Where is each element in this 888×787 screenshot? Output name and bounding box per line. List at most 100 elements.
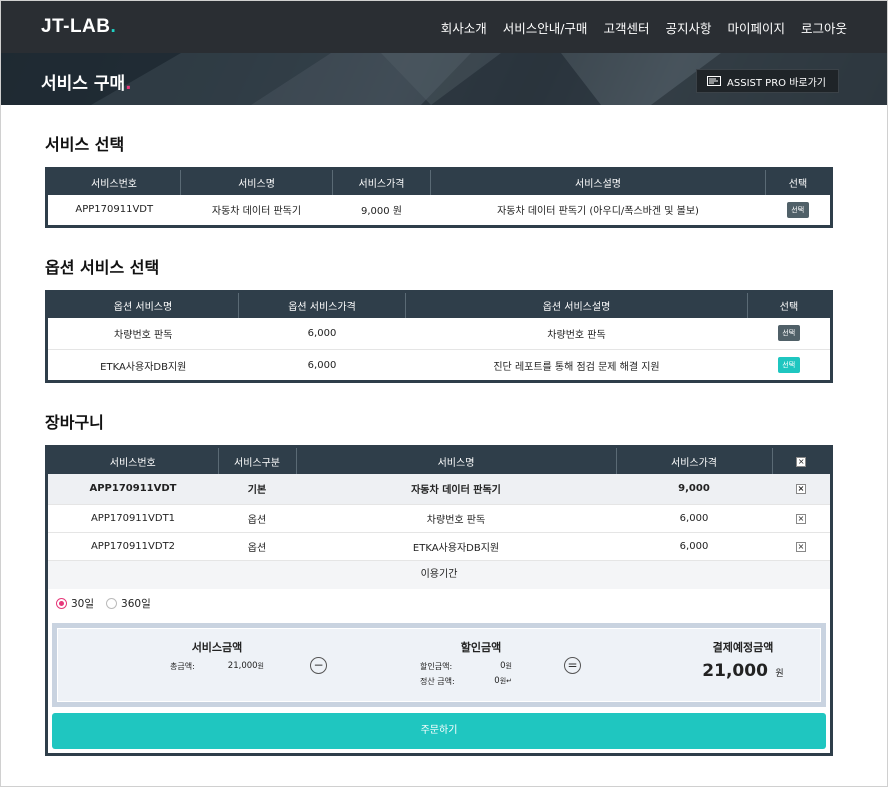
- final-amount-line: 21,000 원: [688, 661, 798, 681]
- discount-unit: 원: [505, 661, 512, 670]
- cart-remove-cell: ×: [772, 532, 830, 561]
- settle-unit: 원↵: [499, 676, 512, 685]
- menu-customer-center[interactable]: 고객센터: [603, 18, 649, 37]
- cart-type: 옵션: [218, 532, 296, 561]
- menu-mypage[interactable]: 마이페이지: [727, 18, 785, 37]
- settle-label: 정산 금액:: [420, 676, 455, 686]
- table-row: APP170911VDT1 옵션 차량번호 판독 6,000 ×: [48, 504, 830, 533]
- total-amount-label: 총금액:: [170, 661, 195, 671]
- top-navigation: JT-LAB. 회사소개 서비스안내/구매 고객센터 공지사항 마이페이지 로그…: [1, 1, 887, 53]
- cart-section-heading: 장바구니: [45, 413, 104, 432]
- cart-remove-cell: ×: [772, 474, 830, 505]
- cart-col-price: 서비스가격: [616, 448, 773, 474]
- service-section-heading: 서비스 선택: [45, 135, 125, 154]
- cart-remove-cell: ×: [772, 504, 830, 533]
- period-radio-360[interactable]: 360일: [106, 596, 151, 611]
- discount-amount-title: 할인금액: [460, 640, 502, 654]
- order-button[interactable]: 주문하기: [52, 712, 826, 749]
- service-no: APP170911VDT: [75, 204, 154, 216]
- cart-no: APP170911VDT2: [48, 532, 218, 561]
- cart-name: 차량번호 판독: [296, 504, 616, 533]
- option-col-name: 옵션 서비스명: [46, 291, 239, 318]
- cart-name: 자동차 데이터 판독기: [296, 474, 616, 505]
- option-col-price: 옵션 서비스가격: [238, 291, 406, 318]
- period-options: 30일 360일: [48, 589, 830, 619]
- service-desc: 자동차 데이터 판독기 (아우디/폭스바겐 및 볼보): [497, 206, 699, 218]
- service-col-no: 서비스번호: [46, 168, 181, 195]
- cart-panel: 서비스번호 서비스구분 서비스명 서비스가격 × APP170911VDT 기본…: [45, 445, 833, 756]
- cart-name: ETKA사용자DB지원: [296, 532, 616, 561]
- option-section-heading: 옵션 서비스 선택: [45, 258, 160, 277]
- option-col-select: 선택: [747, 291, 832, 318]
- option-col-desc: 옵션 서비스설명: [405, 291, 748, 318]
- menu-company[interactable]: 회사소개: [441, 18, 487, 37]
- final-amount-title: 결제예정금액: [712, 640, 774, 654]
- remove-item-icon[interactable]: ×: [796, 541, 806, 552]
- total-amount-unit: 원: [257, 661, 264, 670]
- monitor-icon: [707, 76, 722, 86]
- page-title-dot: .: [125, 74, 132, 94]
- final-amount-block: 결제예정금액 21,000 원: [688, 639, 798, 681]
- page-title: 서비스 구매.: [41, 69, 132, 94]
- period-radio-360-label: 360일: [121, 598, 151, 610]
- assist-pro-button-label: ASSIST PRO 바로가기: [727, 77, 826, 89]
- service-name: 자동차 데이터 판독기: [211, 206, 302, 218]
- option-name: 차량번호 판독: [46, 317, 239, 350]
- period-radio-30-label: 30일: [71, 598, 95, 610]
- total-amount-line: 총금액: 21,000원: [170, 661, 264, 672]
- cart-no: APP170911VDT1: [48, 504, 218, 533]
- table-row: APP170911VDT2 옵션 ETKA사용자DB지원 6,000 ×: [48, 532, 830, 561]
- period-radio-30[interactable]: 30일: [56, 596, 94, 611]
- service-col-select: 선택: [765, 168, 832, 195]
- remove-all-icon[interactable]: ×: [796, 456, 807, 467]
- cart-col-type: 서비스구분: [218, 448, 297, 474]
- equals-circle-icon: =: [564, 656, 581, 674]
- cart-col-name: 서비스명: [296, 448, 617, 474]
- cart-col-no: 서비스번호: [48, 448, 219, 474]
- remove-item-icon[interactable]: ×: [796, 484, 806, 495]
- table-row: APP170911VDT 자동차 데이터 판독기 9,000 원 자동차 데이터…: [47, 195, 832, 227]
- table-row: ETKA사용자DB지원 6,000 진단 레포트를 통해 점검 문제 해결 지원…: [47, 350, 832, 382]
- cart-price: 6,000: [616, 504, 772, 533]
- discount-amount-block: 할인금액 할인금액: 0원 정산 금액: 0원↵: [420, 639, 512, 687]
- cart-col-remove-all: ×: [772, 448, 830, 474]
- radio-unselected-icon: [106, 598, 118, 609]
- option-table: 옵션 서비스명 옵션 서비스가격 옵션 서비스설명 선택 차량번호 판독 6,0…: [45, 290, 833, 383]
- radio-selected-icon: [56, 598, 67, 609]
- page-banner: 서비스 구매. ASSIST PRO 바로가기: [1, 53, 887, 105]
- service-amount-title: 서비스금액: [191, 640, 243, 654]
- payment-summary: 서비스금액 총금액: 21,000원 − 할인금액 할인금액: 0원 정산 금액…: [57, 627, 821, 702]
- menu-notice[interactable]: 공지사항: [665, 18, 711, 37]
- service-table: 서비스번호 서비스명 서비스가격 서비스설명 선택 APP170911VDT 자…: [45, 167, 833, 228]
- page-title-text: 서비스 구매: [41, 74, 126, 94]
- total-amount-value: 21,000: [227, 660, 258, 671]
- service-amount-block: 서비스금액 총금액: 21,000원: [170, 639, 264, 672]
- main-content: 서비스 선택 서비스번호 서비스명 서비스가격 서비스설명 선택 APP1709…: [1, 131, 887, 756]
- settle-line: 정산 금액: 0원↵: [420, 676, 512, 687]
- logo-dot: .: [110, 16, 117, 37]
- assist-pro-button[interactable]: ASSIST PRO 바로가기: [696, 69, 839, 93]
- discount-label: 할인금액:: [420, 661, 453, 671]
- cart-no: APP170911VDT: [48, 474, 218, 505]
- service-col-price: 서비스가격: [332, 168, 431, 195]
- payment-summary-frame: 서비스금액 총금액: 21,000원 − 할인금액 할인금액: 0원 정산 금액…: [52, 622, 826, 707]
- cart-price: 6,000: [616, 532, 772, 561]
- menu-service-purchase[interactable]: 서비스안내/구매: [503, 18, 588, 37]
- option-select-button-etka[interactable]: 선택: [777, 357, 800, 373]
- option-select-cell: 선택: [747, 317, 832, 350]
- minus-circle-icon: −: [310, 656, 327, 674]
- option-price: 6,000: [238, 317, 406, 350]
- remove-item-icon[interactable]: ×: [796, 513, 806, 524]
- service-select-button[interactable]: 선택: [786, 201, 809, 218]
- service-col-desc: 서비스설명: [430, 168, 766, 195]
- service-select-cell: 선택: [766, 195, 832, 227]
- option-select-button-plate[interactable]: 선택: [777, 325, 800, 342]
- menu-logout[interactable]: 로그아웃: [801, 18, 847, 37]
- service-price: 9,000 원: [360, 206, 402, 218]
- table-row: 차량번호 판독 6,000 차량번호 판독 선택: [46, 317, 832, 350]
- cart-price: 9,000: [616, 474, 772, 505]
- main-menu: 회사소개 서비스안내/구매 고객센터 공지사항 마이페이지 로그아웃: [441, 18, 847, 37]
- logo[interactable]: JT-LAB.: [41, 16, 116, 38]
- service-col-name: 서비스명: [180, 168, 333, 195]
- period-label: 이용기간: [48, 560, 830, 589]
